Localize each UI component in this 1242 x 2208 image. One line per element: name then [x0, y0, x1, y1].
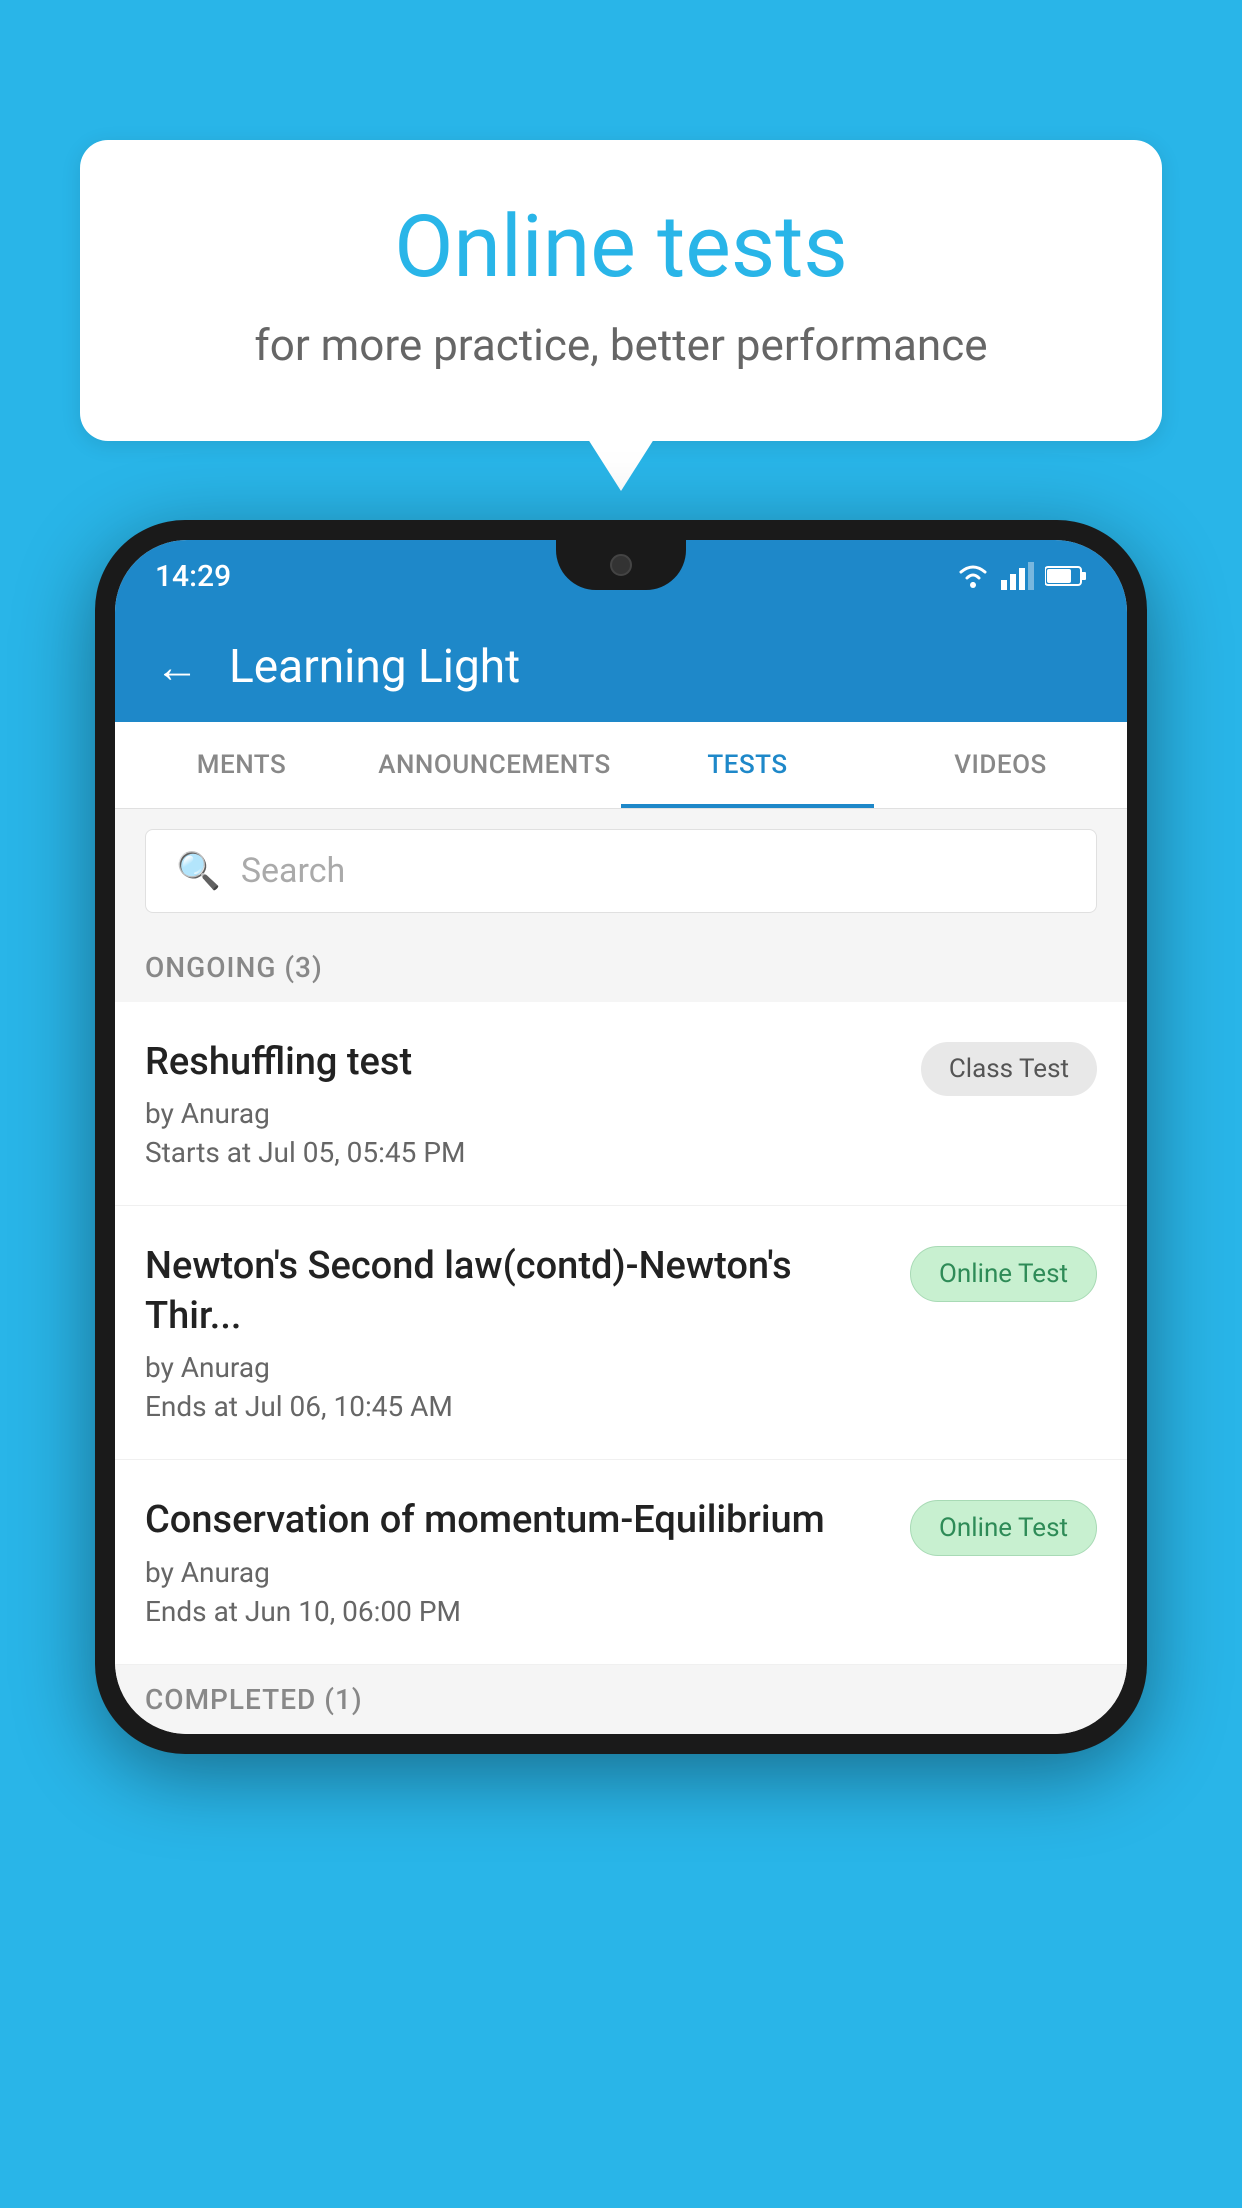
test-time-value-2: Jul 06, 10:45 AM	[245, 1390, 453, 1423]
test-list: Reshuffling test by Anurag Starts at Jul…	[115, 1002, 1127, 1665]
tab-tests[interactable]: TESTS	[621, 722, 874, 808]
back-button[interactable]: ←	[155, 645, 199, 689]
app-header-title: Learning Light	[229, 640, 520, 694]
test-name-2: Newton's Second law(contd)-Newton's Thir…	[145, 1242, 890, 1341]
status-time: 14:29	[155, 559, 231, 594]
test-info-3: Conservation of momentum-Equilibrium by …	[145, 1496, 910, 1627]
bubble-card: Online tests for more practice, better p…	[80, 140, 1162, 441]
speech-bubble: Online tests for more practice, better p…	[80, 140, 1162, 441]
search-container: 🔍 Search	[115, 809, 1127, 933]
test-badge-3: Online Test	[910, 1500, 1097, 1556]
phone-screen: 14:29	[115, 540, 1127, 1734]
app-header: ← Learning Light	[115, 612, 1127, 722]
test-time-2: Ends at Jul 06, 10:45 AM	[145, 1390, 890, 1423]
test-time-value-1: Jul 05, 05:45 PM	[258, 1136, 465, 1169]
test-item-3[interactable]: Conservation of momentum-Equilibrium by …	[115, 1460, 1127, 1664]
test-info-1: Reshuffling test by Anurag Starts at Jul…	[145, 1038, 921, 1169]
test-badge-2: Online Test	[910, 1246, 1097, 1302]
phone-notch	[556, 540, 686, 590]
phone-body: 14:29	[95, 520, 1147, 1754]
test-item-1[interactable]: Reshuffling test by Anurag Starts at Jul…	[115, 1002, 1127, 1206]
tab-announcements[interactable]: ANNOUNCEMENTS	[368, 722, 621, 808]
search-placeholder: Search	[241, 851, 345, 891]
ongoing-section-header: ONGOING (3)	[115, 933, 1127, 1002]
test-name-3: Conservation of momentum-Equilibrium	[145, 1496, 890, 1545]
test-item-2[interactable]: Newton's Second law(contd)-Newton's Thir…	[115, 1206, 1127, 1460]
wifi-icon	[955, 562, 991, 590]
search-icon: 🔍	[176, 850, 221, 892]
test-author-2: by Anurag	[145, 1351, 890, 1384]
test-time-label-1: Starts at	[145, 1136, 251, 1169]
test-name-1: Reshuffling test	[145, 1038, 901, 1087]
tab-bar: MENTS ANNOUNCEMENTS TESTS VIDEOS	[115, 722, 1127, 809]
test-time-label-2: Ends at	[145, 1390, 238, 1423]
test-time-value-3: Jun 10, 06:00 PM	[245, 1595, 461, 1628]
test-badge-1: Class Test	[921, 1042, 1097, 1096]
search-bar[interactable]: 🔍 Search	[145, 829, 1097, 913]
phone-mockup: 14:29	[95, 520, 1147, 1754]
front-camera	[610, 554, 632, 576]
test-author-3: by Anurag	[145, 1556, 890, 1589]
test-time-label-3: Ends at	[145, 1595, 238, 1628]
status-icons	[955, 562, 1087, 590]
test-time-3: Ends at Jun 10, 06:00 PM	[145, 1595, 890, 1628]
battery-icon	[1045, 565, 1087, 587]
completed-section-header: COMPLETED (1)	[115, 1665, 1127, 1734]
test-author-1: by Anurag	[145, 1097, 901, 1130]
tab-videos[interactable]: VIDEOS	[874, 722, 1127, 808]
bubble-subtitle: for more practice, better performance	[160, 319, 1082, 371]
tab-ments[interactable]: MENTS	[115, 722, 368, 808]
signal-icon	[1001, 562, 1035, 590]
test-info-2: Newton's Second law(contd)-Newton's Thir…	[145, 1242, 910, 1423]
test-time-1: Starts at Jul 05, 05:45 PM	[145, 1136, 901, 1169]
bubble-title: Online tests	[160, 200, 1082, 295]
